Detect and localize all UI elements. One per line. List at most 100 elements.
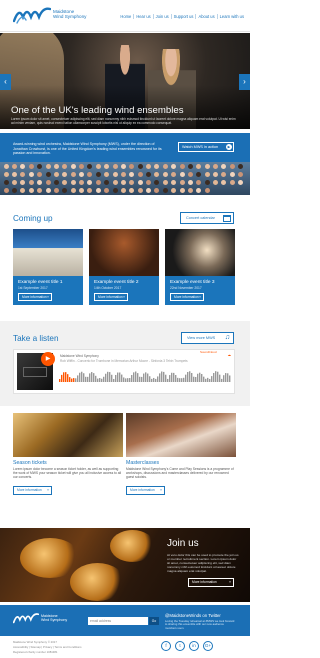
member-head [104,179,110,185]
member-head [120,163,126,169]
waveform-bar [125,378,127,382]
linkedin-icon[interactable]: in [189,641,199,651]
event-date: 14th October 2017 [94,286,122,290]
twitter-handle[interactable]: @MaidstoneWinds on Twitter [165,613,221,618]
event-more-button[interactable]: More information» [94,293,128,301]
waveform-bar [91,372,93,382]
member-head [70,188,76,194]
event-more-button[interactable]: More information» [18,293,52,301]
slider-next-arrow-icon[interactable]: › [239,74,250,90]
member-head [229,163,235,169]
member-head [162,188,168,194]
google-plus-icon[interactable]: G+ [203,641,213,651]
member-head [196,171,202,177]
waveform-bar [103,376,105,382]
waveform-bar [147,373,149,382]
view-more-button[interactable]: View more MWS ♫ [181,332,234,344]
member-head [187,163,193,169]
masterclasses-more-button[interactable]: More information » [126,486,165,495]
waveform-bar [123,377,125,382]
footer-logo-icon[interactable] [13,611,39,625]
newsletter-go-button[interactable]: Go [149,617,159,625]
season-tickets-more-button[interactable]: More information » [13,486,52,495]
member-head [45,171,51,177]
member-head [104,163,110,169]
watch-button[interactable]: Watch MWS in action ▶ [178,142,234,152]
waveform-bar [109,372,111,382]
nav-home[interactable]: Home [118,14,135,19]
nav-support-us[interactable]: Support us [172,14,197,19]
nav-learn-with-us[interactable]: Learn with us [218,14,246,19]
member-head [45,163,51,169]
waveform-bar [75,378,77,382]
event-title: Example event title 3 [170,280,215,285]
waveform-bar [131,375,133,382]
member-head [238,171,244,177]
member-head [146,171,152,177]
waveform-bar [121,374,123,382]
newsletter-input[interactable]: email address [88,617,148,625]
member-head [213,179,219,185]
member-head [79,163,85,169]
waveform-bar [209,378,211,382]
waveform-bar [95,375,97,382]
member-head [154,171,160,177]
waveform-bar [127,378,129,382]
waveform-bar [201,373,203,382]
member-head [20,179,26,185]
brand-name[interactable]: Maidstone Wind Symphony [53,9,86,19]
event-card[interactable]: Example event title 1 1st September 2017… [13,229,83,305]
waveform[interactable] [59,368,231,382]
member-head [229,171,235,177]
member-head [12,188,18,194]
member-head [37,179,43,185]
concert-calendar-button[interactable]: Concert calendar [180,212,234,224]
member-head [137,179,143,185]
join-more-button[interactable]: More information » [188,578,234,587]
member-head [213,163,219,169]
facebook-icon[interactable]: f [161,641,171,651]
waveform-bar [217,371,219,382]
member-head [129,163,135,169]
nav-about-us[interactable]: About us [196,14,218,19]
event-title: Example event title 1 [18,280,63,285]
member-head [204,163,210,169]
member-head [87,163,93,169]
masterclass-image [126,413,236,457]
member-head [95,188,101,194]
member-head [154,163,160,169]
member-head [213,171,219,177]
member-head [12,163,18,169]
nav-hear-us[interactable]: Hear us [134,14,154,19]
take-a-listen-title: Take a listen [13,334,59,343]
member-head [70,171,76,177]
member-head [28,179,34,185]
waveform-bar [211,376,213,382]
waveform-bar [71,378,73,382]
play-icon: ▶ [226,144,232,150]
member-head [79,171,85,177]
feature-title: Season tickets [13,460,47,466]
waveform-bar [69,377,71,382]
member-head [137,163,143,169]
member-head [229,179,235,185]
event-more-button[interactable]: More information» [170,293,204,301]
waveform-bar [63,372,65,382]
brand-line-2: Wind Symphony [53,14,87,20]
play-button-icon[interactable]: ▶ [41,352,55,366]
waveform-bar [115,374,117,382]
footer-links[interactable]: Accessibility | Sitemap | Privacy | Term… [13,645,82,649]
member-head [28,171,34,177]
waveform-bar [213,373,215,382]
slider-prev-arrow-icon[interactable]: ‹ [0,74,11,90]
twitter-icon[interactable]: t [175,641,185,651]
member-head [45,188,51,194]
event-card[interactable]: Example event title 3 22nd November 2017… [165,229,235,305]
member-head [238,163,244,169]
soundcloud-logo-icon[interactable]: ☁ [228,353,232,357]
mws-logo-icon[interactable] [13,5,51,24]
waveform-bar [73,378,75,382]
event-card[interactable]: Example event title 2 14th October 2017 … [89,229,159,305]
nav-join-us[interactable]: Join us [154,14,172,19]
member-head [95,179,101,185]
